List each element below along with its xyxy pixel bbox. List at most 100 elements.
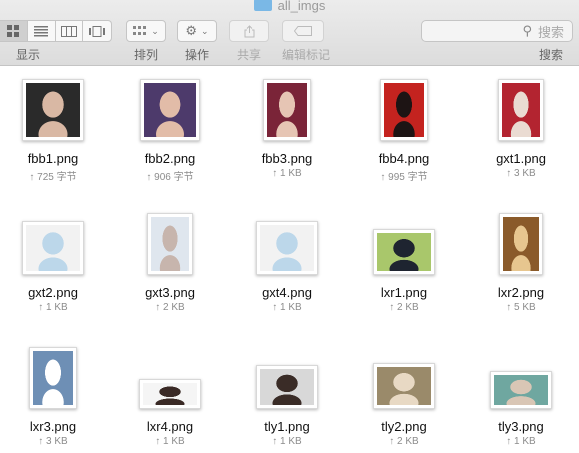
file-item[interactable]: fbb2.png ↑ 906 字节 [111, 67, 229, 197]
photo-preview [267, 83, 307, 137]
file-item[interactable]: gxt4.png ↑ 1 KB [228, 201, 346, 331]
file-thumbnail[interactable] [22, 79, 84, 141]
file-name: lxr4.png [146, 419, 194, 434]
photo-preview [260, 369, 314, 405]
file-size: ↑ 906 字节 [146, 172, 194, 183]
share-icon [244, 24, 254, 37]
file-item[interactable]: tly3.png ↑ 1 KB [462, 335, 579, 453]
file-item[interactable]: lxr3.png ↑ 3 KB [0, 335, 112, 453]
file-size: ↑ 725 字节 [29, 172, 77, 183]
file-size: ↑ 3 KB [38, 436, 68, 447]
file-item[interactable]: fbb4.png ↑ 995 字节 [345, 67, 463, 197]
search-field[interactable]: ⚲ 搜索 [421, 20, 573, 42]
finder-toolbar: all_imgs 显示 ⌄ 排列 ⚙ ⌄ 操作 共享 编辑标记 ⚲ 搜索 搜索 [0, 0, 579, 66]
display-label: 显示 [15, 48, 40, 62]
file-thumbnail[interactable] [380, 79, 428, 141]
photo-preview [502, 83, 540, 137]
file-name: fbb4.png [378, 151, 430, 166]
file-thumbnail[interactable] [29, 347, 77, 409]
file-thumbnail[interactable] [373, 229, 435, 275]
file-item[interactable]: tly2.png ↑ 2 KB [345, 335, 463, 453]
column-view-button[interactable] [56, 21, 84, 41]
file-size: ↑ 2 KB [389, 436, 419, 447]
photo-preview [494, 375, 548, 405]
action-group: ⚙ ⌄ 操作 [177, 20, 217, 62]
window-title-text: all_imgs [277, 0, 326, 13]
file-thumbnail[interactable] [256, 365, 318, 409]
photo-preview [33, 351, 73, 405]
file-thumbnail[interactable] [22, 221, 84, 275]
photo-preview [151, 217, 189, 271]
file-size: ↑ 3 KB [506, 168, 536, 179]
arrange-button[interactable]: ⌄ [126, 20, 166, 42]
file-name: tly3.png [498, 419, 544, 434]
file-thumbnail[interactable] [256, 221, 318, 275]
list-view-button[interactable] [28, 21, 56, 41]
photo-preview [384, 83, 424, 137]
action-button[interactable]: ⚙ ⌄ [177, 20, 217, 42]
file-size: ↑ 1 KB [272, 302, 302, 313]
file-thumbnail[interactable] [373, 363, 435, 409]
search-label: 搜索 [538, 48, 563, 62]
file-item[interactable]: gxt2.png ↑ 1 KB [0, 201, 112, 331]
edit-tags-label: 编辑标记 [282, 48, 331, 62]
columns-icon [60, 25, 77, 37]
icon-view-button[interactable] [0, 21, 28, 41]
file-name: fbb2.png [144, 151, 196, 166]
tag-icon [294, 26, 312, 36]
file-size: ↑ 1 KB [38, 302, 68, 313]
file-thumbnail[interactable] [498, 79, 544, 141]
edit-tags-group: 编辑标记 [282, 20, 330, 62]
photo-preview [377, 233, 431, 271]
file-thumbnail[interactable] [490, 371, 552, 409]
file-thumbnail[interactable] [499, 213, 543, 275]
file-size: ↑ 1 KB [272, 168, 302, 179]
file-thumbnail[interactable] [263, 79, 311, 141]
photo-preview [26, 225, 80, 271]
file-item[interactable]: gxt3.png ↑ 2 KB [111, 201, 229, 331]
file-size: ↑ 2 KB [155, 302, 185, 313]
file-size: ↑ 2 KB [389, 302, 419, 313]
arrange-label: 排列 [133, 48, 158, 62]
share-group: 共享 [229, 20, 269, 62]
photo-preview [503, 217, 539, 271]
window-title: all_imgs [0, 0, 579, 14]
file-item[interactable]: tly1.png ↑ 1 KB [228, 335, 346, 453]
file-name: fbb1.png [27, 151, 79, 166]
photo-preview [144, 83, 196, 137]
file-item[interactable]: lxr4.png ↑ 1 KB [111, 335, 229, 453]
gear-icon: ⚙ [185, 23, 198, 38]
file-item[interactable]: lxr1.png ↑ 2 KB [345, 201, 463, 331]
cover-flow-icon [89, 25, 106, 37]
file-name: gxt3.png [145, 285, 195, 300]
gallery-view-button[interactable] [83, 21, 111, 41]
file-size: ↑ 995 字节 [380, 172, 428, 183]
file-name: lxr3.png [29, 419, 77, 434]
file-thumbnail[interactable] [139, 379, 201, 409]
file-size: ↑ 1 KB [272, 436, 302, 447]
share-label: 共享 [236, 48, 261, 62]
file-thumbnail[interactable] [140, 79, 200, 141]
photo-preview [26, 83, 80, 137]
file-size: ↑ 5 KB [506, 302, 536, 313]
photo-preview [260, 225, 314, 271]
file-item[interactable]: gxt1.png ↑ 3 KB [462, 67, 579, 197]
chevron-down-icon: ⌄ [151, 25, 159, 36]
file-name: lxr2.png [497, 285, 545, 300]
file-name: gxt2.png [28, 285, 78, 300]
folder-icon [253, 0, 272, 11]
chevron-down-icon: ⌄ [201, 25, 209, 36]
file-icon-grid: fbb1.png ↑ 725 字节 fbb2.png ↑ 906 字节 fbb3.png… [0, 67, 579, 453]
file-item[interactable]: fbb1.png ↑ 725 字节 [0, 67, 112, 197]
file-item[interactable]: lxr2.png ↑ 5 KB [462, 201, 579, 331]
list-icon [34, 25, 49, 36]
share-button[interactable] [229, 20, 269, 42]
icon-grid-icon [7, 25, 20, 37]
file-item[interactable]: fbb3.png ↑ 1 KB [228, 67, 346, 197]
action-label: 操作 [184, 48, 209, 62]
file-name: tly2.png [381, 419, 427, 434]
file-thumbnail[interactable] [147, 213, 193, 275]
file-name: tly1.png [264, 419, 310, 434]
file-name: fbb3.png [261, 151, 313, 166]
edit-tags-button[interactable] [282, 20, 324, 42]
